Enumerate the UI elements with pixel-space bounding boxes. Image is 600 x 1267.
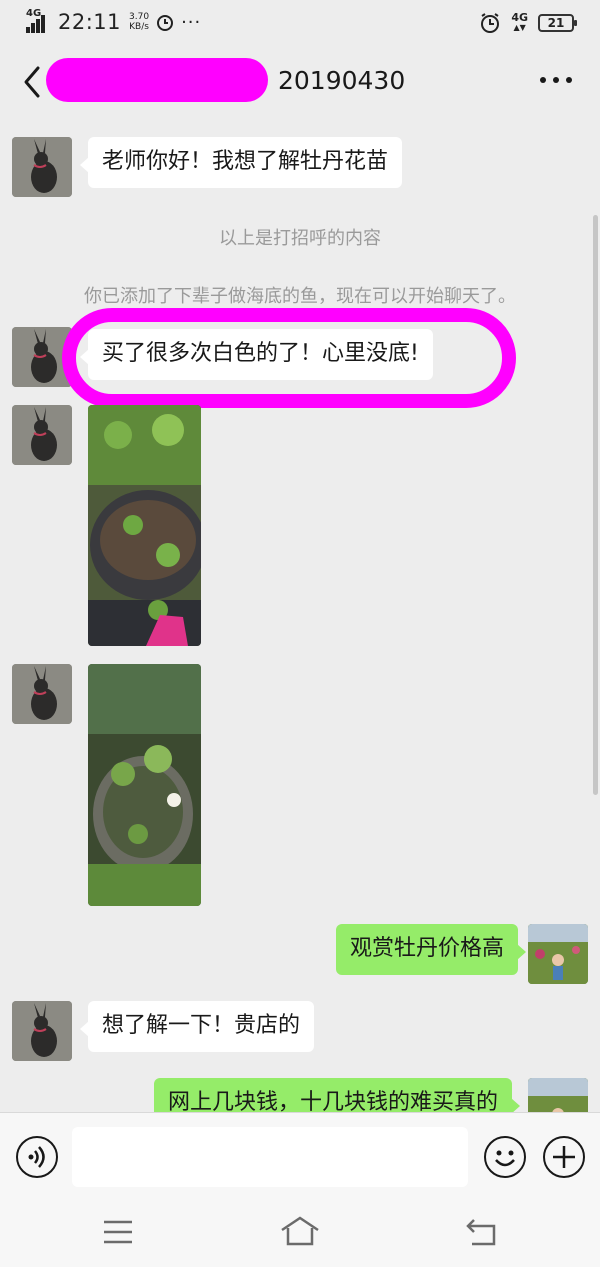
my-avatar[interactable] [528,924,588,984]
signal-icon: 4G [26,8,50,33]
system-message: 以上是打招呼的内容 [219,228,381,249]
avatar[interactable] [12,405,72,465]
alarm-clock-icon [481,13,500,33]
voice-icon[interactable] [16,1136,58,1178]
network-indicator: 4G ▲▼ [511,11,528,32]
image-message-seedlings[interactable] [88,405,201,646]
alarm-icon [157,15,174,31]
home-icon[interactable] [280,1214,320,1250]
avatar[interactable] [12,137,72,197]
system-navigation-bar [0,1202,600,1267]
message-bubble-sent[interactable]: 观赏牡丹价格高 [335,924,527,975]
image-message-flower-pot[interactable] [88,664,201,906]
message-bubble[interactable]: 老师你好！我想了解牡丹花苗 [79,137,403,188]
status-bar: 4G 22:11 3.70 KB/s ··· 4G ▲▼ 21 [0,0,600,48]
more-notifications-icon: ··· [181,11,202,33]
clock: 22:11 [58,10,122,34]
emoji-icon[interactable] [484,1136,526,1178]
return-icon[interactable] [462,1214,502,1250]
more-dots-icon[interactable] [536,58,576,102]
avatar[interactable] [12,664,72,724]
plus-icon[interactable] [543,1136,585,1178]
redacted-contact-name [46,58,268,102]
chat-title: 20190430 [278,66,406,95]
chevron-left-icon[interactable] [14,62,50,102]
input-bar [0,1112,600,1202]
message-bubble[interactable]: 想了解一下！贵店的 [79,1001,315,1052]
avatar[interactable] [12,1001,72,1061]
battery-icon: 21 [538,14,577,32]
menu-icon[interactable] [98,1214,138,1250]
message-bubble[interactable]: 买了很多次白色的了！心里没底! [80,329,433,380]
message-input[interactable] [72,1127,468,1187]
system-message: 你已添加了下辈子做海底的鱼，现在可以开始聊天了。 [84,286,516,307]
network-speed: 3.70 KB/s [129,12,150,32]
